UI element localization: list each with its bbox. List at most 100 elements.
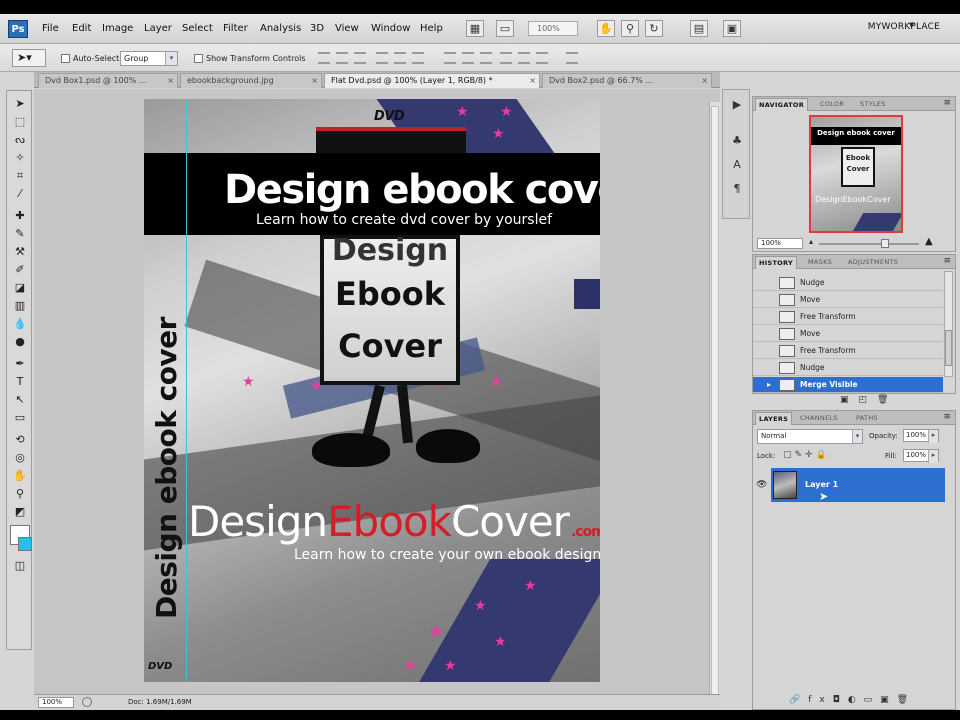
crop-tool-icon[interactable]: ⌗ xyxy=(12,169,28,183)
tab-adjustments[interactable]: ADJUSTMENTS xyxy=(845,256,901,269)
hand-tool-icon[interactable]: ✋ xyxy=(597,20,615,37)
align-top-icon[interactable] xyxy=(318,52,330,64)
navigator-preview[interactable]: Design ebook cover Ebook Cover DesignEbo… xyxy=(809,115,903,233)
history-state[interactable]: Nudge xyxy=(753,360,943,376)
marquee-tool-icon[interactable]: ⬚ xyxy=(12,115,28,129)
history-state[interactable]: Move xyxy=(753,326,943,342)
default-colors-icon[interactable]: ◩ xyxy=(12,505,28,519)
hand-tool-icon[interactable]: ✋ xyxy=(12,469,28,483)
zoom-tool-icon[interactable]: ⚲ xyxy=(621,20,639,37)
menu-edit[interactable]: Edit xyxy=(72,23,91,34)
move-tool-icon[interactable]: ➤ xyxy=(12,97,28,111)
workspace-switcher[interactable]: MYWORKPLACE xyxy=(868,22,940,32)
menu-help[interactable]: Help xyxy=(420,23,443,34)
navigator-zoom-slider[interactable] xyxy=(819,243,919,245)
panel-menu-icon[interactable]: ≡ xyxy=(943,98,951,108)
canvas-vertical-scrollbar[interactable] xyxy=(709,102,720,702)
3d-rotate-tool-icon[interactable]: ⟲ xyxy=(12,433,28,447)
history-state-selected[interactable]: ▸ Merge Visible xyxy=(753,377,943,393)
layers-footer-icons[interactable]: 🔗fx◘◐▭▣🗑 xyxy=(789,695,916,705)
menu-layer[interactable]: Layer xyxy=(144,23,172,34)
screen-mode-icon[interactable]: ▣ xyxy=(723,20,741,37)
align-vcenter-icon[interactable] xyxy=(336,52,348,64)
zoom-tool-icon[interactable]: ⚲ xyxy=(12,487,28,501)
close-icon[interactable]: × xyxy=(529,74,536,88)
close-icon[interactable]: × xyxy=(701,74,708,88)
tab-layers[interactable]: LAYERS xyxy=(755,412,793,425)
dodge-tool-icon[interactable]: ● xyxy=(12,335,28,349)
lock-options-icons[interactable]: ▢✎✛🔒 xyxy=(783,450,830,460)
distribute-left-icon[interactable] xyxy=(500,52,512,64)
fill-field[interactable]: 100% ▸ xyxy=(903,449,939,463)
history-state[interactable]: Free Transform xyxy=(753,309,943,325)
clone-stamp-tool-icon[interactable]: ⚒ xyxy=(12,245,28,259)
align-left-icon[interactable] xyxy=(376,52,388,64)
history-brush-tool-icon[interactable]: ✐ xyxy=(12,263,28,277)
tab-masks[interactable]: MASKS xyxy=(805,256,835,269)
tab-paths[interactable]: PATHS xyxy=(853,412,881,425)
shape-tool-icon[interactable]: ▭ xyxy=(12,411,28,425)
zoom-in-icon[interactable]: ▲ xyxy=(925,236,933,247)
align-hcenter-icon[interactable] xyxy=(394,52,406,64)
distribute-bottom-icon[interactable] xyxy=(480,52,492,64)
align-right-icon[interactable] xyxy=(412,52,424,64)
menu-analysis[interactable]: Analysis xyxy=(260,23,301,34)
status-zoom-field[interactable]: 100% xyxy=(38,697,74,708)
layer-name[interactable]: Layer 1 xyxy=(805,480,838,489)
scroll-thumb[interactable] xyxy=(945,330,952,366)
tab-dvd-box2[interactable]: Dvd Box2.psd @ 66.7% ... × xyxy=(542,73,712,88)
zoom-out-icon[interactable]: ▴ xyxy=(809,237,813,246)
quick-select-tool-icon[interactable]: ✧ xyxy=(12,151,28,165)
eye-icon[interactable]: 👁 xyxy=(756,480,767,490)
character-panel-icon[interactable]: A xyxy=(729,158,745,172)
paragraph-panel-icon[interactable]: ¶ xyxy=(729,182,745,196)
navigator-zoom-field[interactable]: 100% xyxy=(757,238,803,249)
tab-channels[interactable]: CHANNELS xyxy=(797,412,841,425)
tab-flat-dvd[interactable]: Flat Dvd.psd @ 100% (Layer 1, RGB/8) * × xyxy=(324,73,540,88)
panel-menu-icon[interactable]: ≡ xyxy=(943,256,951,266)
panel-menu-icon[interactable]: ≡ xyxy=(943,412,951,422)
pen-tool-icon[interactable]: ✒ xyxy=(12,357,28,371)
distribute-right-icon[interactable] xyxy=(536,52,548,64)
menu-image[interactable]: Image xyxy=(102,23,133,34)
history-state[interactable]: Nudge xyxy=(753,275,943,291)
layer-row-layer-1[interactable]: Layer 1 ➤ xyxy=(771,468,945,503)
distribute-vcenter-icon[interactable] xyxy=(462,52,474,64)
healing-brush-tool-icon[interactable]: ✚ xyxy=(12,209,28,223)
scroll-thumb[interactable] xyxy=(711,106,719,696)
clone-source-icon[interactable]: ♣ xyxy=(729,134,745,148)
tab-styles[interactable]: STYLES xyxy=(857,98,889,111)
tab-dvd-box1[interactable]: Dvd Box1.psd @ 100% ... × xyxy=(38,73,178,88)
arrange-documents-icon[interactable]: ▤ xyxy=(690,20,708,37)
eyedropper-tool-icon[interactable]: ⁄ xyxy=(12,187,28,201)
menu-file[interactable]: File xyxy=(42,23,59,34)
align-bottom-icon[interactable] xyxy=(354,52,366,64)
menu-3d[interactable]: 3D xyxy=(310,23,324,34)
tool-preset-picker[interactable]: ➤▾ xyxy=(12,49,46,67)
lasso-tool-icon[interactable]: ᔓ xyxy=(12,133,28,147)
distribute-hcenter-icon[interactable] xyxy=(518,52,530,64)
status-info-icon[interactable] xyxy=(82,697,92,707)
document-canvas[interactable]: ★ ★ ★ ★ ★ ★ ★ ★ ★ ★ ★ ★ ★ DVD Design Ebo… xyxy=(144,99,600,682)
auto-align-layers-icon[interactable] xyxy=(566,52,578,64)
tab-history[interactable]: HISTORY xyxy=(755,256,797,269)
history-footer-icons[interactable]: ▣◰🗑 xyxy=(840,395,898,405)
history-state[interactable]: Free Transform xyxy=(753,343,943,359)
menu-filter[interactable]: Filter xyxy=(223,23,248,34)
background-color-swatch[interactable] xyxy=(18,537,32,551)
auto-select-dropdown[interactable]: Group ▾ xyxy=(120,51,178,66)
history-state[interactable]: Move xyxy=(753,292,943,308)
guide-line[interactable] xyxy=(186,99,187,682)
play-actions-icon[interactable]: ▶ xyxy=(729,98,745,112)
distribute-top-icon[interactable] xyxy=(444,52,456,64)
eraser-tool-icon[interactable]: ◪ xyxy=(12,281,28,295)
opacity-field[interactable]: 100% ▸ xyxy=(903,429,939,443)
type-tool-icon[interactable]: T xyxy=(12,375,28,389)
history-scrollbar[interactable] xyxy=(944,271,953,377)
zoom-level-select[interactable]: 100% xyxy=(528,21,578,36)
menu-window[interactable]: Window xyxy=(371,23,410,34)
tab-ebookbackground[interactable]: ebookbackground.jpg × xyxy=(180,73,322,88)
view-extras-icon[interactable]: ▭ xyxy=(496,20,514,37)
close-icon[interactable]: × xyxy=(167,74,174,88)
slider-knob[interactable] xyxy=(881,239,889,248)
